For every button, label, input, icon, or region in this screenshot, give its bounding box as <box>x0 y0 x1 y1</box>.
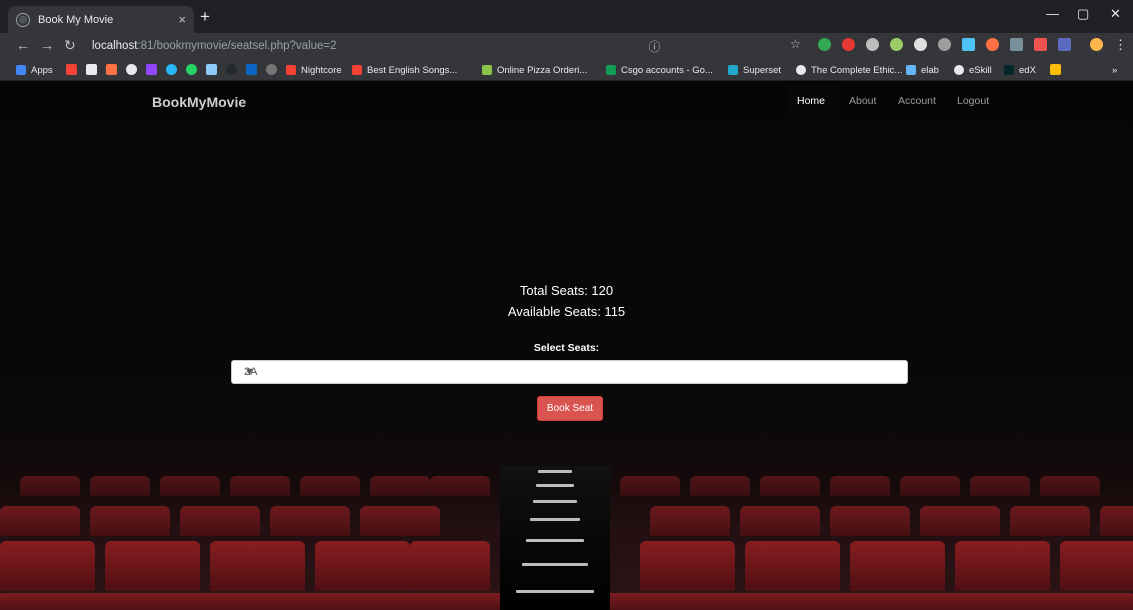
bookmark-csgo[interactable]: Csgo accounts - Go... <box>606 63 713 77</box>
minimize-icon[interactable]: — <box>1046 6 1059 21</box>
gmail-icon[interactable] <box>86 64 97 75</box>
youtube-icon <box>286 65 296 75</box>
nav-logout[interactable]: Logout <box>957 95 989 107</box>
youtube-icon[interactable] <box>66 64 77 75</box>
extension-icon[interactable] <box>890 38 903 51</box>
globe-icon <box>954 65 964 75</box>
extension-icon[interactable] <box>818 38 831 51</box>
bookmark-english-songs[interactable]: Best English Songs... <box>352 63 457 77</box>
telegram-icon[interactable] <box>166 64 177 75</box>
bookmark-superset[interactable]: Superset <box>728 63 781 77</box>
bookmark-elab[interactable]: elab <box>906 63 939 77</box>
address-bar[interactable]: ⓘ localhost :81/bookmymovie/seatsel.php?… <box>88 36 788 56</box>
extension-icon[interactable] <box>914 38 927 51</box>
close-window-icon[interactable]: ✕ <box>1110 6 1121 22</box>
close-tab-icon[interactable]: × <box>178 12 186 27</box>
bookmark-icon[interactable] <box>206 64 217 75</box>
forward-icon[interactable]: → <box>40 37 54 53</box>
globe-icon <box>796 65 806 75</box>
apps-icon <box>16 65 26 75</box>
extension-icon[interactable] <box>1058 38 1071 51</box>
browser-tab[interactable]: ◎ Book My Movie × <box>8 6 194 33</box>
nav-about[interactable]: About <box>849 95 876 107</box>
site-navbar: BookMyMovie Home About Account Logout <box>0 81 1133 123</box>
bookmark-icon[interactable] <box>266 64 277 75</box>
chevron-down-icon: ▼ <box>244 366 255 378</box>
extension-icon[interactable] <box>1034 38 1047 51</box>
sheets-icon <box>606 65 616 75</box>
tab-title: Book My Movie <box>38 13 114 26</box>
profile-avatar[interactable] <box>1090 38 1103 51</box>
theater-aisle <box>500 466 610 610</box>
bookmark-icon <box>906 65 916 75</box>
bookmark-nightcore[interactable]: Nightcore <box>286 63 342 77</box>
extension-icon[interactable] <box>842 38 855 51</box>
brand-logo[interactable]: BookMyMovie <box>152 94 246 110</box>
browser-tabstrip: ◎ Book My Movie × + — ▢ ✕ <box>0 0 1133 33</box>
back-icon[interactable]: ← <box>16 37 30 53</box>
youtube-icon <box>352 65 362 75</box>
extension-icon[interactable] <box>1010 38 1023 51</box>
reload-icon[interactable]: ↻ <box>64 37 76 54</box>
extension-icon[interactable] <box>938 38 951 51</box>
bookmark-pizza[interactable]: Online Pizza Orderi... <box>482 63 587 77</box>
menu-icon[interactable]: ⋮ <box>1114 37 1127 53</box>
star-icon[interactable]: ☆ <box>790 37 801 51</box>
whatsapp-icon[interactable] <box>186 64 197 75</box>
info-icon[interactable]: ⓘ <box>88 38 1133 55</box>
extension-icon[interactable] <box>866 38 879 51</box>
bookmark-edx[interactable]: edX <box>1004 63 1036 77</box>
book-seat-button[interactable]: Book Seat <box>537 396 603 421</box>
nav-account[interactable]: Account <box>898 95 936 107</box>
bookmark-icon <box>728 65 738 75</box>
more-bookmarks-icon[interactable]: » <box>1112 63 1117 77</box>
bookmark-ethical[interactable]: The Complete Ethic... <box>796 63 902 77</box>
edx-icon <box>1004 65 1014 75</box>
drive-icon[interactable] <box>1050 64 1061 75</box>
chrome-icon[interactable] <box>126 64 137 75</box>
seat-select[interactable]: 2A ▼ <box>231 360 908 384</box>
github-icon[interactable] <box>226 64 237 75</box>
nav-home[interactable]: Home <box>797 95 826 107</box>
select-seats-label: Select Seats: <box>533 342 600 354</box>
twitch-icon[interactable] <box>146 64 157 75</box>
linkedin-icon[interactable] <box>246 64 257 75</box>
page-content: BookMyMovie Home About Account Logout To… <box>0 81 1133 610</box>
bookmark-apps[interactable]: Apps <box>16 63 53 77</box>
extension-icon[interactable] <box>962 38 975 51</box>
globe-icon: ◎ <box>16 12 30 27</box>
available-seats: Available Seats: 115 <box>507 304 626 319</box>
bookmark-eskill[interactable]: eSkill <box>954 63 992 77</box>
new-tab-icon[interactable]: + <box>200 7 210 27</box>
bookmark-icon[interactable] <box>106 64 117 75</box>
bookmark-icon <box>482 65 492 75</box>
maximize-icon[interactable]: ▢ <box>1077 6 1089 22</box>
total-seats: Total Seats: 120 <box>519 283 614 298</box>
extension-icon[interactable] <box>986 38 999 51</box>
